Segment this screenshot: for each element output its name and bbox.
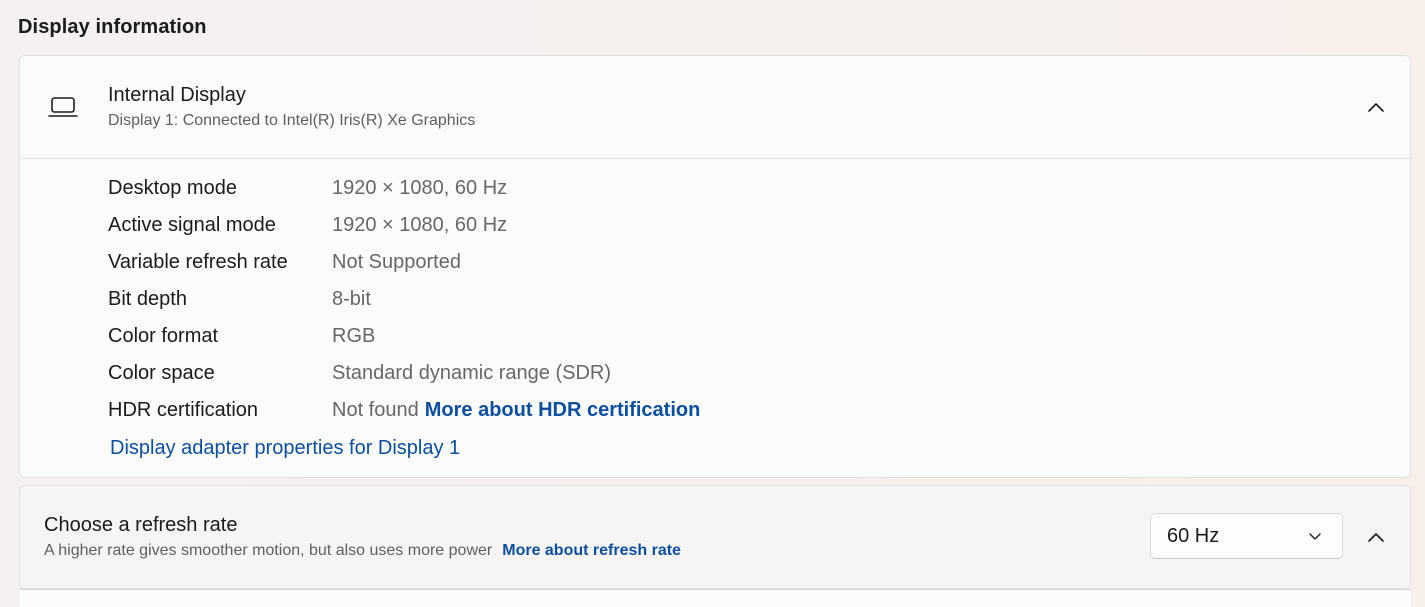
detail-value: 1920 × 1080, 60 Hz (332, 214, 508, 236)
refresh-rate-description: A higher rate gives smoother motion, but… (44, 542, 681, 560)
detail-value: RGB (332, 325, 376, 347)
hdr-certification-link[interactable]: More about HDR certification (425, 399, 701, 421)
detail-value: Not Supported (332, 251, 461, 273)
detail-value: Not found (332, 399, 419, 421)
detail-label: Variable refresh rate (108, 251, 288, 273)
detail-value: Standard dynamic range (SDR) (332, 362, 612, 384)
detail-label: Desktop mode (108, 177, 237, 199)
display-subtitle: Display 1: Connected to Intel(R) Iris(R)… (108, 112, 476, 129)
chevron-down-icon (1309, 533, 1321, 540)
chevron-up-icon[interactable] (1366, 530, 1386, 544)
detail-label: Bit depth (108, 288, 187, 310)
detail-label: HDR certification (108, 399, 259, 421)
detail-label: Color format (108, 325, 219, 347)
refresh-rate-title: Choose a refresh rate (44, 514, 238, 536)
display-card-header[interactable]: Internal Display Display 1: Connected to… (20, 56, 1410, 159)
chevron-up-icon[interactable] (1366, 100, 1386, 114)
detail-value-group: Not found More about HDR certification (332, 399, 700, 422)
refresh-rate-card: Choose a refresh rate A higher rate give… (19, 485, 1411, 589)
display-card: Internal Display Display 1: Connected to… (19, 55, 1411, 478)
detail-label: Active signal mode (108, 214, 276, 236)
detail-value: 1920 × 1080, 60 Hz (332, 177, 508, 199)
detail-label: Color space (108, 362, 215, 384)
expanded-section-edge (19, 589, 1411, 607)
detail-value: 8-bit (332, 288, 371, 310)
refresh-rate-subtitle: A higher rate gives smoother motion, but… (44, 542, 493, 559)
laptop-icon (48, 97, 78, 117)
refresh-rate-dropdown[interactable]: 60 Hz (1150, 513, 1343, 559)
section-title: Display information (18, 16, 207, 38)
display-title: Internal Display (108, 84, 246, 106)
refresh-rate-link[interactable]: More about refresh rate (502, 542, 681, 559)
display-adapter-properties-link[interactable]: Display adapter properties for Display 1 (110, 437, 460, 460)
refresh-rate-selected-value: 60 Hz (1167, 525, 1220, 547)
